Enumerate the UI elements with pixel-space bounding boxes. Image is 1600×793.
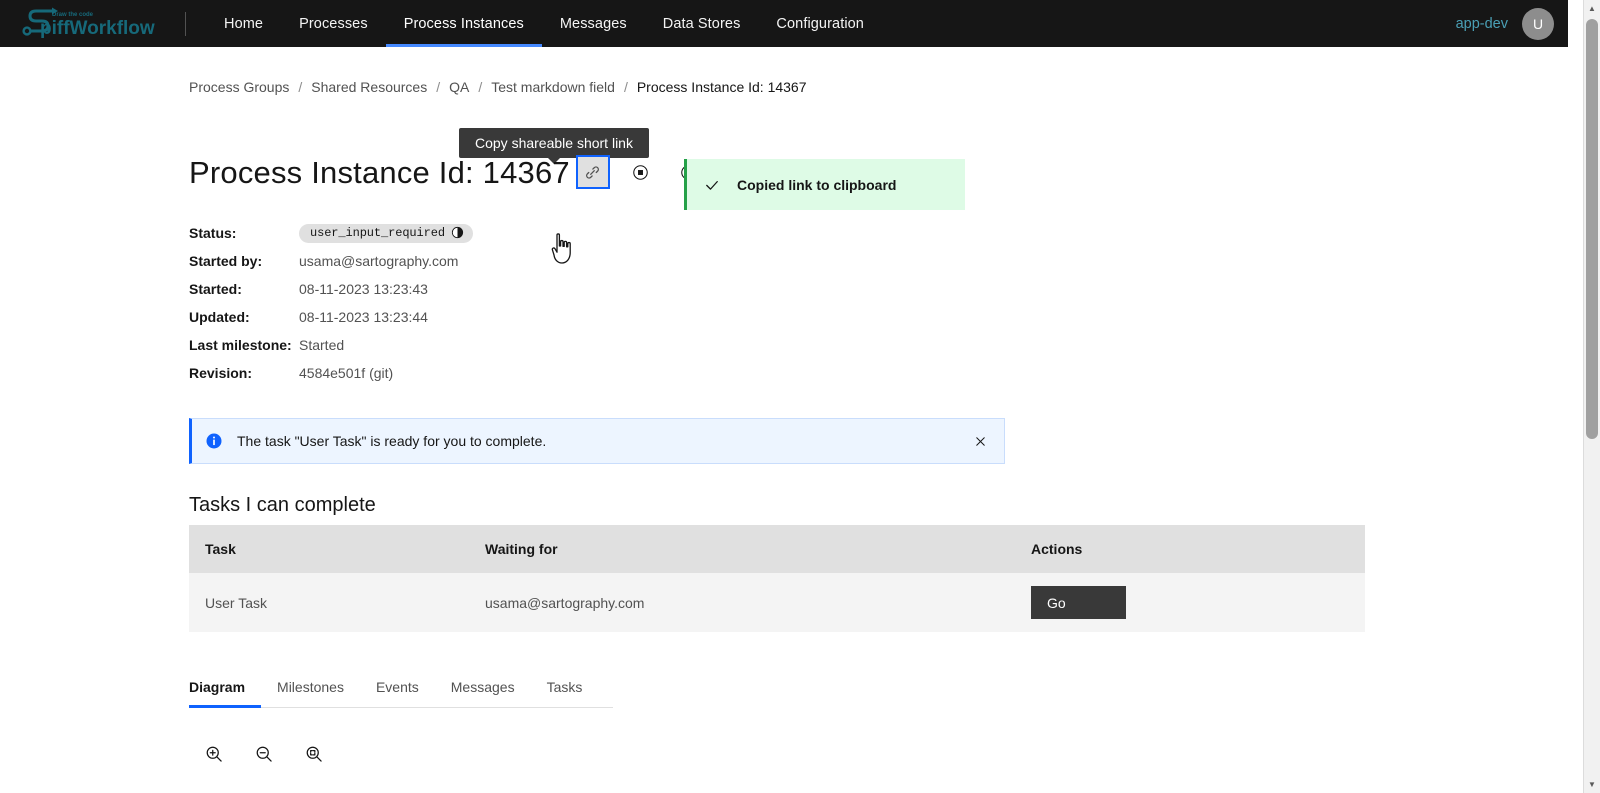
meta-row-revision: Revision: 4584e501f (git) [189, 363, 473, 383]
page-title: Process Instance Id: 14367 [189, 154, 570, 190]
information-filled-icon [205, 432, 223, 450]
copy-link-tooltip: Copy shareable short link [459, 128, 649, 158]
half-filled-circle-icon [451, 226, 464, 239]
tab-events[interactable]: Events [360, 669, 435, 707]
avatar[interactable]: U [1522, 7, 1554, 40]
nav-item-processes[interactable]: Processes [281, 0, 386, 47]
breadcrumb: Process Groups / Shared Resources / QA /… [189, 79, 807, 95]
breadcrumb-item-test-markdown-field[interactable]: Test markdown field [491, 79, 615, 95]
success-toast: Copied link to clipboard [684, 159, 965, 210]
breadcrumb-item-qa[interactable]: QA [449, 79, 469, 95]
table-header-row: Task Waiting for Actions [189, 525, 1365, 573]
meta-label-status: Status: [189, 225, 237, 241]
checkmark-icon [703, 176, 721, 194]
svg-text:piffWorkflow: piffWorkflow [40, 18, 155, 39]
top-navigation-bar: piffWorkflow Draw the code Home Processe… [0, 0, 1568, 47]
column-header-task: Task [189, 525, 469, 573]
meta-label-revision: Revision: [189, 365, 253, 381]
tab-milestones[interactable]: Milestones [261, 669, 360, 707]
tab-tasks[interactable]: Tasks [531, 669, 599, 707]
scroll-up-arrow-icon[interactable]: ▲ [1584, 0, 1600, 17]
nav-item-list: Home Processes Process Instances Message… [206, 0, 882, 47]
process-instance-metadata: Status: user_input_required Started by: … [189, 223, 473, 391]
breadcrumb-item-process-groups[interactable]: Process Groups [189, 79, 289, 95]
meta-value-last-milestone: Started [299, 337, 345, 353]
nav-item-data-stores[interactable]: Data Stores [645, 0, 759, 47]
tab-diagram[interactable]: Diagram [189, 669, 262, 708]
link-icon [586, 165, 600, 179]
tasks-table-head: Task Waiting for Actions [189, 525, 1365, 573]
meta-row-started: Started: 08-11-2023 13:23:43 [189, 279, 473, 299]
nav-divider [185, 11, 186, 36]
info-notification-message: The task "User Task" is ready for you to… [237, 433, 547, 449]
spiffworkflow-logo-icon: piffWorkflow Draw the code [22, 7, 155, 39]
meta-label-updated: Updated: [189, 309, 250, 325]
zoom-in-icon [206, 746, 222, 762]
terminate-process-button[interactable] [624, 155, 658, 189]
close-icon[interactable] [973, 434, 988, 449]
diagram-zoom-controls [200, 740, 328, 768]
column-header-waiting-for: Waiting for [469, 525, 1015, 573]
column-header-actions: Actions [1015, 525, 1365, 573]
breadcrumb-separator: / [298, 79, 303, 95]
zoom-out-button[interactable] [250, 740, 278, 768]
zoom-fit-icon [306, 746, 322, 762]
cell-waiting-for: usama@sartography.com [469, 573, 1015, 632]
brand-logo[interactable]: piffWorkflow Draw the code [0, 0, 185, 47]
cell-actions: Go [1015, 573, 1365, 632]
meta-row-started-by: Started by: usama@sartography.com [189, 251, 473, 271]
breadcrumb-item-shared-resources[interactable]: Shared Resources [311, 79, 427, 95]
breadcrumb-separator: / [478, 79, 483, 95]
status-badge: user_input_required [299, 223, 473, 243]
meta-value-revision: 4584e501f (git) [299, 365, 394, 381]
page-content: Process Groups / Shared Resources / QA /… [0, 47, 1568, 793]
breadcrumb-separator: / [623, 79, 628, 95]
zoom-out-icon [256, 746, 272, 762]
detail-tabs: Diagram Milestones Events Messages Tasks [189, 669, 613, 708]
nav-item-process-instances[interactable]: Process Instances [385, 0, 543, 47]
nav-item-home[interactable]: Home [206, 0, 281, 47]
stop-icon [633, 164, 649, 180]
scroll-down-arrow-icon[interactable]: ▼ [1584, 776, 1600, 793]
meta-row-status: Status: user_input_required [189, 223, 473, 243]
meta-value-started-by: usama@sartography.com [299, 253, 459, 269]
page-scrollbar[interactable]: ▲ ▼ [1583, 0, 1600, 793]
table-row: User Task usama@sartography.com Go [189, 573, 1365, 632]
nav-item-configuration[interactable]: Configuration [758, 0, 882, 47]
nav-item-messages[interactable]: Messages [542, 0, 645, 47]
meta-label-started: Started: [189, 281, 242, 297]
go-button[interactable]: Go [1031, 586, 1126, 619]
nav-right-group: app-dev U [1455, 7, 1568, 40]
info-notification: The task "User Task" is ready for you to… [189, 418, 1005, 464]
meta-value-updated: 08-11-2023 13:23:44 [299, 309, 428, 325]
brand-tagline: Draw the code [52, 12, 94, 18]
meta-label-started-by: Started by: [189, 253, 263, 269]
toast-message: Copied link to clipboard [737, 176, 897, 193]
breadcrumb-current: Process Instance Id: 14367 [636, 79, 807, 95]
cell-task: User Task [189, 573, 469, 632]
environment-label: app-dev [1455, 15, 1508, 32]
tasks-section-heading: Tasks I can complete [189, 494, 376, 516]
copy-short-link-button[interactable] [575, 155, 610, 189]
tasks-table-body: User Task usama@sartography.com Go [189, 573, 1365, 632]
meta-row-updated: Updated: 08-11-2023 13:23:44 [189, 307, 473, 327]
scrollbar-thumb[interactable] [1586, 19, 1598, 439]
tasks-table: Task Waiting for Actions User Task usama… [189, 525, 1365, 632]
zoom-in-button[interactable] [200, 740, 228, 768]
meta-label-last-milestone: Last milestone: [189, 337, 292, 353]
zoom-fit-button[interactable] [300, 740, 328, 768]
meta-value-started: 08-11-2023 13:23:43 [299, 281, 428, 297]
mouse-cursor-pointer-icon [551, 233, 571, 264]
tab-messages[interactable]: Messages [435, 669, 531, 707]
meta-row-last-milestone: Last milestone: Started [189, 335, 473, 355]
status-badge-label: user_input_required [310, 225, 445, 240]
page-header-row: Process Instance Id: 14367 [189, 155, 706, 189]
breadcrumb-separator: / [436, 79, 441, 95]
